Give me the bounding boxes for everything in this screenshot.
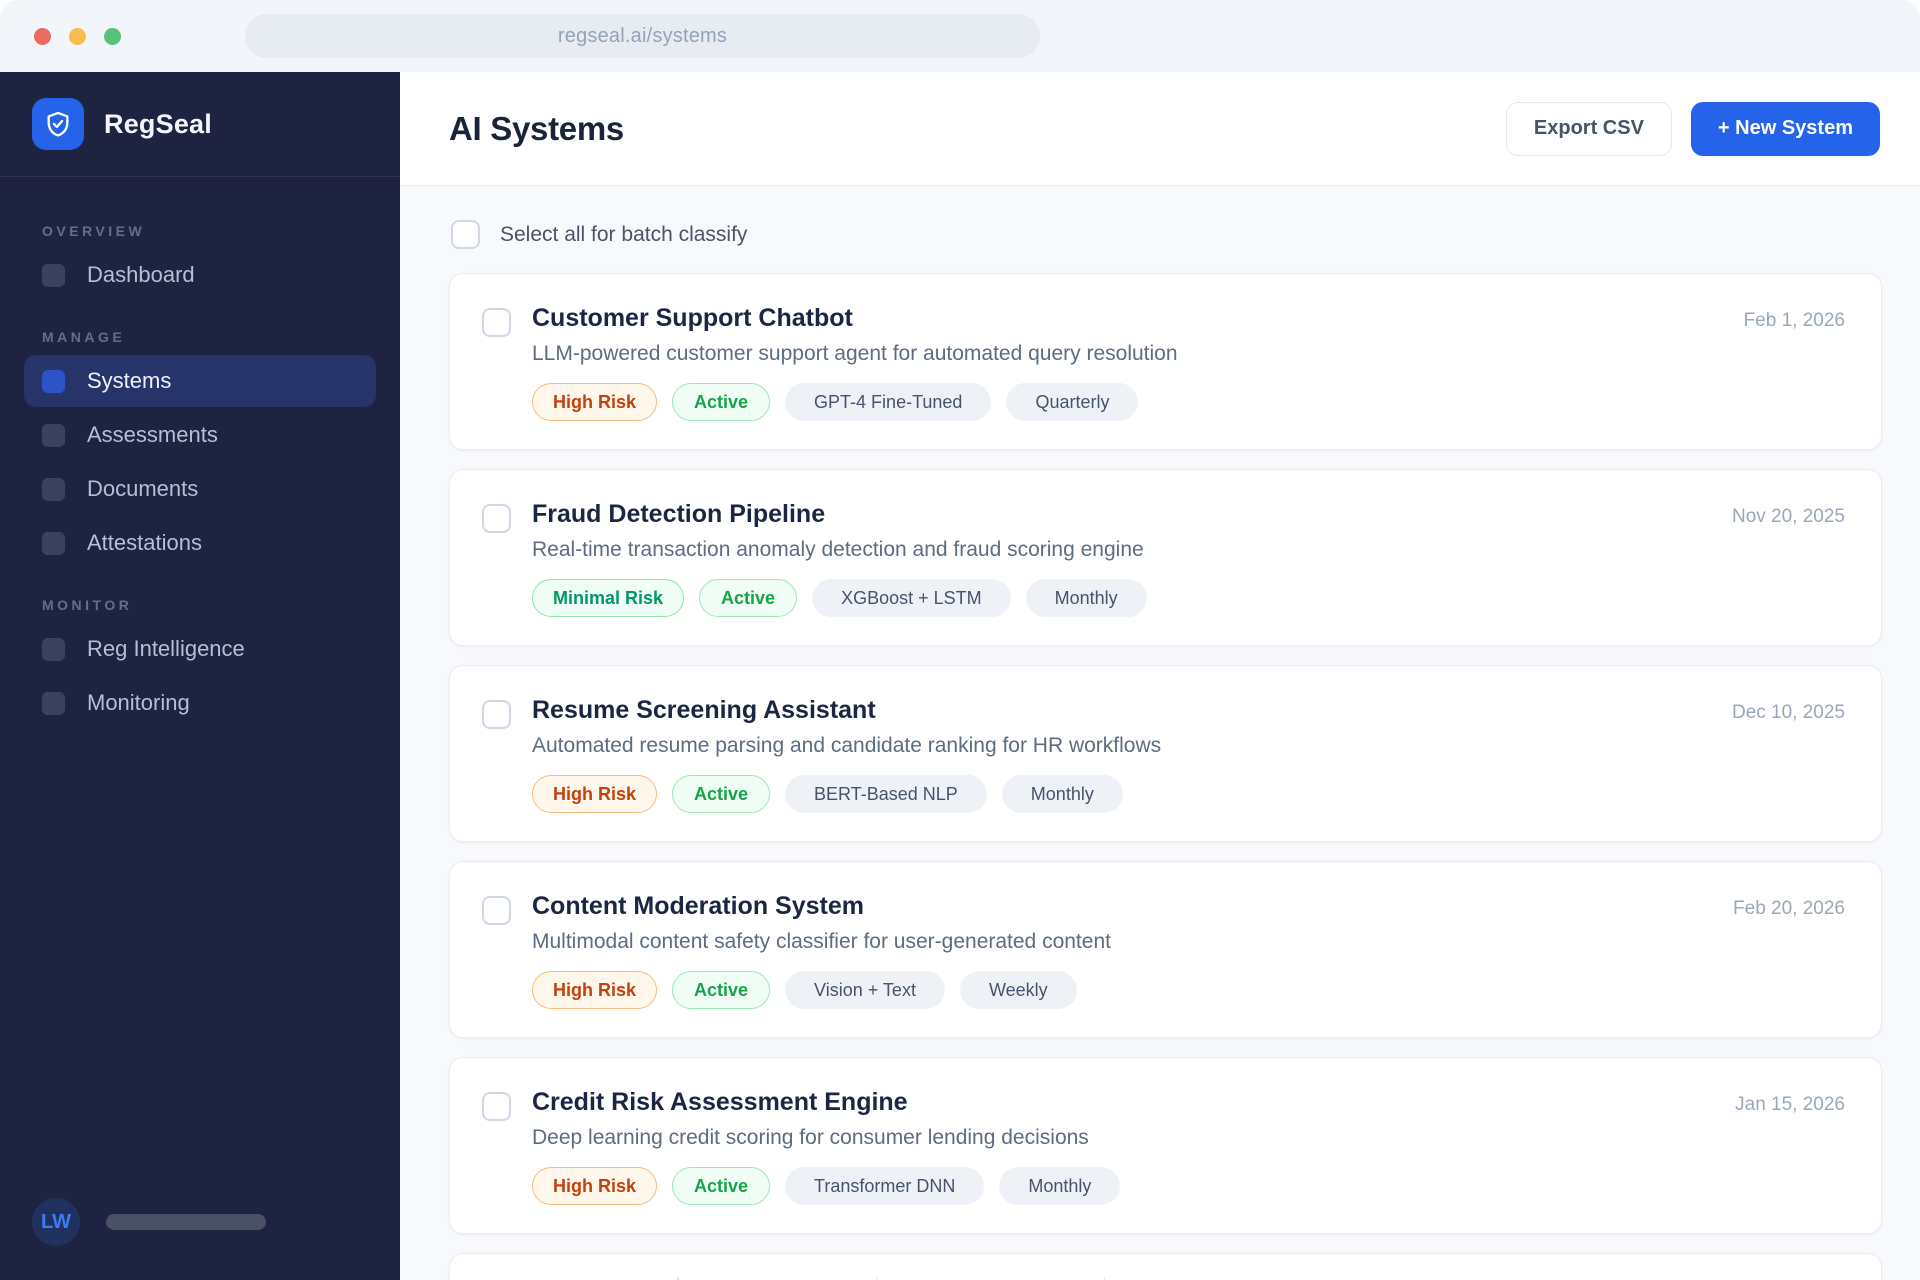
brand: RegSeal xyxy=(0,72,400,177)
select-all-checkbox[interactable] xyxy=(451,220,480,249)
square-icon xyxy=(42,369,65,393)
system-name: Credit Risk Assessment Engine xyxy=(532,1088,908,1116)
system-date: Feb 1, 2026 xyxy=(1743,310,1845,331)
square-icon xyxy=(42,637,65,661)
select-all-label: Select all for batch classify xyxy=(500,222,748,246)
sidebar-item-monitoring[interactable]: Monitoring xyxy=(24,677,376,729)
system-checkbox[interactable] xyxy=(482,896,511,925)
select-all-row: Select all for batch classify xyxy=(451,220,1882,249)
risk-badge: High Risk xyxy=(532,1167,658,1205)
model-badge: Vision + Text xyxy=(785,971,945,1009)
risk-badge: High Risk xyxy=(532,971,658,1009)
sidebar-item-assessments[interactable]: Assessments xyxy=(24,409,376,461)
system-checkbox[interactable] xyxy=(482,308,511,337)
square-icon xyxy=(42,531,65,555)
brand-name: RegSeal xyxy=(104,108,212,139)
cadence-badge: Monthly xyxy=(1025,579,1147,617)
cadence-badge: Weekly xyxy=(959,971,1077,1009)
page-header: AI Systems Export CSV + New System xyxy=(400,72,1920,186)
sidebar-item-documents[interactable]: Documents xyxy=(24,463,376,515)
main-area: AI Systems Export CSV + New System Selec… xyxy=(400,72,1920,1280)
close-window-icon[interactable] xyxy=(34,27,51,45)
browser-chrome: regseal.ai/systems xyxy=(0,0,1920,72)
system-date: Dec 10, 2025 xyxy=(1731,702,1845,723)
square-icon xyxy=(42,423,65,447)
system-card[interactable]: Credit Risk Assessment Engine Deep learn… xyxy=(449,1057,1882,1234)
system-cards: Customer Support Chatbot LLM-powered cus… xyxy=(449,273,1882,1234)
system-checkbox[interactable] xyxy=(482,1092,511,1121)
sidebar-item-label: Systems xyxy=(87,368,172,393)
sidebar-item-systems[interactable]: Systems xyxy=(24,355,376,407)
system-description: Real-time transaction anomaly detection … xyxy=(532,538,1144,561)
cadence-badge: Monthly xyxy=(999,1167,1121,1205)
system-card[interactable]: Content Moderation System Multimodal con… xyxy=(449,861,1882,1038)
sidebar-item-dashboard[interactable]: Dashboard xyxy=(24,249,376,301)
system-card[interactable]: Fraud Detection Pipeline Real-time trans… xyxy=(449,469,1882,646)
address-bar[interactable]: regseal.ai/systems xyxy=(245,14,1040,58)
sidebar-item-label: Monitoring xyxy=(87,690,190,715)
model-badge: Transformer DNN xyxy=(785,1167,985,1205)
cadence-badge: Monthly xyxy=(1001,775,1123,813)
browser-window: regseal.ai/systems RegSeal OVERVIEW Dashb… xyxy=(0,0,1920,1280)
sidebar-item-label: Documents xyxy=(87,476,199,501)
system-card[interactable]: Resume Screening Assistant Automated res… xyxy=(449,665,1882,842)
sidebar-item-label: Reg Intelligence xyxy=(87,636,245,661)
model-badge: GPT-4 Fine-Tuned xyxy=(785,383,992,421)
status-badge: Active xyxy=(672,1167,771,1205)
model-badge: BERT-Based NLP xyxy=(785,775,987,813)
status-badge: Active xyxy=(672,775,771,813)
nav-section-label: MONITOR xyxy=(42,597,133,613)
model-badge: XGBoost + LSTM xyxy=(812,579,1011,617)
sidebar-item-label: Assessments xyxy=(87,422,218,447)
maximize-window-icon[interactable] xyxy=(104,27,121,45)
sidebar-item-label: Dashboard xyxy=(87,262,195,287)
shield-check-icon xyxy=(32,98,84,150)
sidebar-item-attestations[interactable]: Attestations xyxy=(24,517,376,569)
header-actions: Export CSV + New System xyxy=(1505,101,1880,156)
avatar[interactable]: LW xyxy=(32,1198,80,1246)
sidebar: RegSeal OVERVIEW Dashboard MANAGE Systems As… xyxy=(0,72,400,1280)
page-title: AI Systems xyxy=(449,109,624,147)
user-name-placeholder xyxy=(106,1214,266,1230)
system-checkbox[interactable] xyxy=(482,504,511,533)
risk-badge: High Risk xyxy=(532,383,658,421)
new-system-button[interactable]: + New System xyxy=(1690,101,1880,156)
sidebar-nav: OVERVIEW Dashboard MANAGE Systems Assessment… xyxy=(0,177,400,1172)
system-name: Fraud Detection Pipeline xyxy=(532,500,826,528)
square-icon xyxy=(42,263,65,287)
system-name: Customer Support Chatbot xyxy=(532,304,853,332)
status-badge: Active xyxy=(672,383,771,421)
system-date: Feb 20, 2026 xyxy=(1733,898,1845,919)
system-date: Nov 20, 2025 xyxy=(1731,506,1845,527)
square-icon xyxy=(42,477,65,501)
system-description: Multimodal content safety classifier for… xyxy=(532,930,1111,953)
window-controls xyxy=(34,27,121,45)
risk-badge: High Risk xyxy=(532,775,658,813)
nav-section-label: MANAGE xyxy=(42,329,126,345)
system-description: Deep learning credit scoring for consume… xyxy=(532,1126,1089,1149)
system-description: LLM-powered customer support agent for a… xyxy=(532,342,1178,365)
minimize-window-icon[interactable] xyxy=(69,27,86,45)
system-description: Automated resume parsing and candidate r… xyxy=(532,734,1162,757)
status-badge: Active xyxy=(672,971,771,1009)
sidebar-item-reg-intelligence[interactable]: Reg Intelligence xyxy=(24,623,376,675)
cadence-badge: Quarterly xyxy=(1006,383,1139,421)
system-card[interactable]: Customer Support Chatbot LLM-powered cus… xyxy=(449,273,1882,450)
system-name: Resume Screening Assistant xyxy=(532,696,876,724)
export-csv-button[interactable]: Export CSV xyxy=(1505,101,1672,156)
address-bar-url: regseal.ai/systems xyxy=(557,24,728,47)
sidebar-item-label: Attestations xyxy=(87,530,202,555)
risk-badge: Minimal Risk xyxy=(532,579,685,617)
nav-section-label: OVERVIEW xyxy=(42,223,146,239)
system-date: Jan 15, 2026 xyxy=(1735,1094,1845,1115)
status-badge: Active xyxy=(699,579,798,617)
system-name: Content Moderation System xyxy=(532,892,864,920)
square-icon xyxy=(42,691,65,715)
stats-bar: 5 systems total4 High Risk1 Minimal Risk… xyxy=(449,1253,1882,1280)
sidebar-footer: LW xyxy=(0,1172,400,1280)
systems-list: Select all for batch classify Customer S… xyxy=(400,186,1920,1280)
system-checkbox[interactable] xyxy=(482,700,511,729)
